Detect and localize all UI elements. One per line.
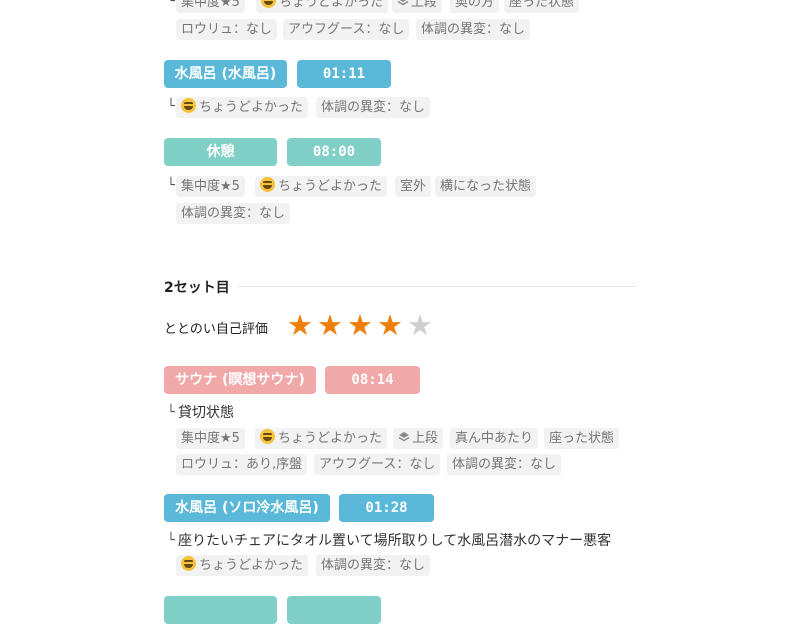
tag-feeling: ちょうどよかった (255, 176, 388, 197)
branch-glyph: └ (167, 0, 175, 9)
tag-position: 奥の方 (450, 0, 500, 13)
sauna-time: 08:14 (325, 366, 420, 394)
branch-glyph: └ (167, 405, 175, 420)
rest-label (164, 596, 277, 624)
tag-aufguss: アウフグース：なし (283, 19, 410, 40)
rest-time: 08:00 (287, 138, 381, 166)
tag-condition: 体調の異変：なし (416, 19, 531, 40)
cold-bath-label: 水風呂 (水風呂) (164, 60, 287, 88)
tag-condition: 体調の異変：なし (447, 454, 562, 475)
cold-bath-label: 水風呂 (ソロ冷水風呂) (164, 494, 330, 522)
tag-feeling: ちょうどよかった (176, 97, 309, 118)
layers-icon (397, 0, 409, 6)
rating-stars: ★ ★ ★ ★ ★ (287, 311, 433, 340)
tag-concentration: 集中度★5 (176, 0, 245, 13)
star-icon: ★ (377, 308, 403, 342)
tag-position: 真ん中あたり (450, 428, 539, 449)
set-title: 2セット目 (164, 280, 230, 296)
rest-label: 休憩 (164, 138, 277, 166)
tag-condition: 体調の異変：なし (176, 203, 291, 224)
cold-bath-time: 01:11 (297, 60, 391, 88)
tag-aufguss: アウフグース：なし (314, 454, 441, 475)
tag-posture: 座った状態 (504, 0, 580, 13)
tag-condition: 体調の異変：なし (316, 97, 431, 118)
tag-loyly: ロウリュ：あり,序盤 (176, 454, 308, 475)
tag-loyly: ロウリュ：なし (176, 19, 278, 40)
grin-emoji-icon (181, 98, 196, 113)
rest-time (287, 596, 381, 624)
tag-concentration: 集中度★5 (176, 176, 245, 197)
tag-feeling: ちょうどよかった (176, 555, 309, 576)
tag-tier: 上段 (393, 428, 444, 449)
sauna-label: サウナ (瞑想サウナ) (164, 366, 316, 394)
grin-emoji-icon (260, 177, 275, 192)
tag-concentration: 集中度★5 (176, 428, 245, 449)
tag-posture: 横になった状態 (435, 176, 537, 197)
star-icon: ★ (407, 308, 433, 342)
grin-emoji-icon (260, 429, 275, 444)
star-icon: ★ (287, 308, 313, 342)
cold-bath-note: 座りたいチェアにタオル置いて場所取りして水風呂潜水のマナー悪客 (178, 533, 612, 549)
tag-posture: 座った状態 (544, 428, 620, 449)
rating-label: ととのい自己評価 (164, 322, 268, 337)
layers-icon (398, 432, 410, 442)
tag-location: 室外 (395, 176, 432, 197)
branch-glyph: └ (167, 178, 175, 193)
section-divider (238, 286, 636, 287)
star-icon: ★ (347, 308, 373, 342)
star-icon: ★ (317, 308, 343, 342)
branch-glyph: └ (167, 533, 175, 548)
branch-glyph: └ (167, 99, 175, 114)
tag-condition: 体調の異変：なし (316, 555, 431, 576)
cold-bath-time: 01:28 (339, 494, 434, 522)
grin-emoji-icon (261, 0, 276, 8)
grin-emoji-icon (181, 556, 196, 571)
sauna-note: 貸切状態 (178, 405, 234, 421)
tag-tier: 上段 (392, 0, 443, 13)
tag-feeling: ちょうどよかった (256, 0, 389, 13)
tag-feeling: ちょうどよかった (255, 428, 388, 449)
